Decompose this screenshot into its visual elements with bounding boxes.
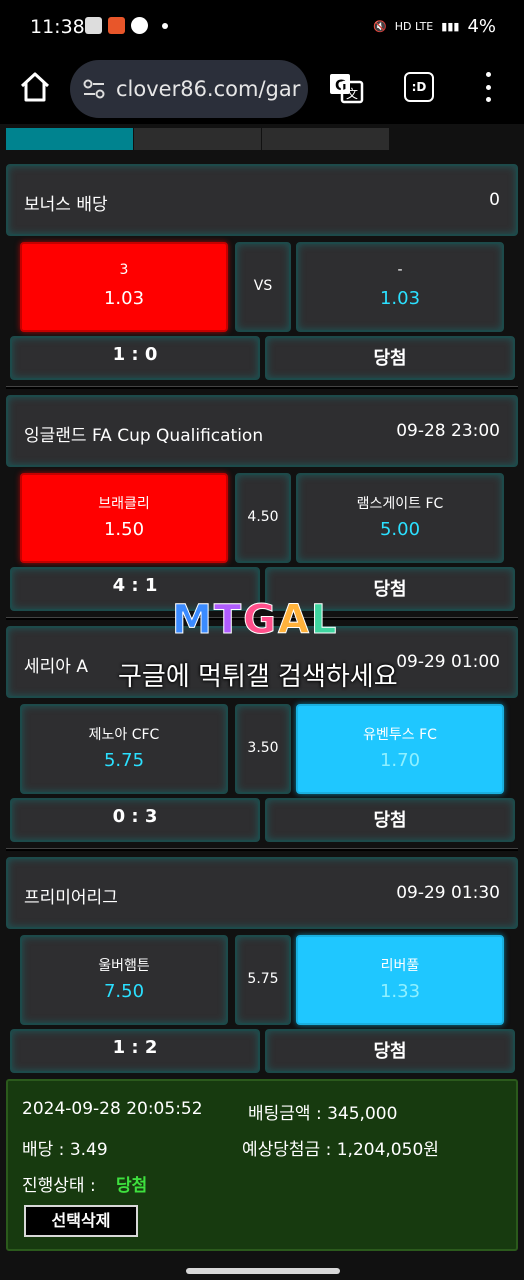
more-menu-icon[interactable] <box>480 72 496 102</box>
match-header: 프리미어리그 09-29 01:30 <box>6 857 518 929</box>
score: 0 : 3 <box>112 806 158 827</box>
address-bar[interactable]: clover86.com/gar <box>70 60 308 118</box>
home-icon[interactable] <box>18 70 52 104</box>
score-box: 0 : 3 <box>10 798 260 842</box>
home-odd: 7.50 <box>103 981 145 1002</box>
gesture-bar[interactable] <box>186 1268 340 1274</box>
match-time: 09-29 01:30 <box>396 883 500 903</box>
home-odds-box[interactable]: 울버햄튼 7.50 <box>20 935 228 1025</box>
draw-odds-box[interactable]: VS <box>235 242 291 332</box>
league-name: 보너스 배당 <box>24 195 108 215</box>
result-box: 당첨 <box>265 798 515 842</box>
score-box: 1 : 2 <box>10 1029 260 1073</box>
home-team: 브래클리 <box>98 496 150 512</box>
tab-switcher-button[interactable]: :D <box>404 72 434 102</box>
bet-summary: 2024-09-28 20:05:52 배팅금액 : 345,000 배당 : … <box>6 1079 518 1251</box>
bet-datetime: 2024-09-28 20:05:52 <box>22 1099 203 1119</box>
score: 1 : 2 <box>112 1037 158 1058</box>
away-odds-box[interactable]: 램스게이트 FC 5.00 <box>296 473 504 563</box>
match-time: 09-29 01:00 <box>396 652 500 672</box>
status-time: 11:38 <box>30 16 85 38</box>
mute-icon: 🔇 <box>373 20 387 33</box>
match-card: 프리미어리그 09-29 01:30 울버햄튼 7.50 5.75 리버풀 1.… <box>6 857 518 1081</box>
draw-value: 4.50 <box>247 509 279 525</box>
notification-icons <box>85 17 168 34</box>
draw-odds-box[interactable]: 4.50 <box>235 473 291 563</box>
draw-odds-box[interactable]: 5.75 <box>235 935 291 1025</box>
away-odds-box[interactable]: 유벤투스 FC 1.70 <box>296 704 504 794</box>
league-name: 잉글랜드 FA Cup Qualification <box>24 426 264 446</box>
site-settings-icon[interactable] <box>82 78 106 100</box>
system-icons: 🔇 HD LTE ▮▮▮ 4% <box>373 16 496 37</box>
away-team: 유벤투스 FC <box>363 727 437 743</box>
result: 당첨 <box>373 810 407 831</box>
signal-icon: ▮▮▮ <box>441 20 460 33</box>
page-tab[interactable] <box>6 128 134 150</box>
league-name: 프리미어리그 <box>24 888 118 908</box>
home-odd: 5.75 <box>103 750 145 771</box>
home-team: 제노아 CFC <box>88 727 160 743</box>
result: 당첨 <box>373 1041 407 1062</box>
away-odds-box[interactable]: - 1.03 <box>296 242 504 332</box>
translate-icon[interactable]: G 文 <box>328 70 364 106</box>
result-box: 당첨 <box>265 1029 515 1073</box>
home-odds-box[interactable]: 제노아 CFC 5.75 <box>20 704 228 794</box>
delete-selected-button[interactable]: 선택삭제 <box>24 1205 138 1237</box>
page-content: 보너스 배당 0 3 1.03 VS - 1.03 1 : 0 당첨 잉글랜드 … <box>0 124 524 1280</box>
away-team: 램스게이트 FC <box>356 496 444 512</box>
watermark-logo: MTGAL <box>172 597 339 644</box>
draw-odds-box[interactable]: 3.50 <box>235 704 291 794</box>
status-bar: 11:38 🔇 HD LTE ▮▮▮ 4% <box>0 0 524 56</box>
gallery-icon <box>85 17 102 34</box>
network-label: HD LTE <box>394 20 434 33</box>
home-odd: 1.50 <box>103 519 145 540</box>
draw-value: VS <box>253 278 273 294</box>
total-odds: 배당 : 3.49 <box>22 1140 108 1160</box>
draw-value: 5.75 <box>247 971 279 987</box>
url-text: clover86.com/gar <box>116 77 301 101</box>
status-value: 당첨 <box>116 1176 148 1196</box>
home-team: 3 <box>119 262 129 278</box>
expected-win: 예상당첨금 : 1,204,050원 <box>242 1140 439 1160</box>
match-time: 0 <box>489 190 500 210</box>
draw-value: 3.50 <box>247 740 279 756</box>
score-box: 1 : 0 <box>10 336 260 380</box>
browser-toolbar: clover86.com/gar G 文 :D <box>0 56 524 124</box>
home-odd: 1.03 <box>103 288 145 309</box>
battery-percent: 4% <box>467 16 496 37</box>
result: 당첨 <box>373 348 407 369</box>
chat-icon <box>131 17 148 34</box>
home-odds-box[interactable]: 3 1.03 <box>20 242 228 332</box>
away-team: - <box>397 262 403 278</box>
match-time: 09-28 23:00 <box>396 421 500 441</box>
away-odds-box[interactable]: 리버풀 1.33 <box>296 935 504 1025</box>
match-header: 잉글랜드 FA Cup Qualification 09-28 23:00 <box>6 395 518 467</box>
watermark-text: 구글에 먹튀갤 검색하세요 <box>118 662 398 692</box>
score: 1 : 0 <box>112 344 158 365</box>
divider <box>6 848 518 851</box>
match-card: 잉글랜드 FA Cup Qualification 09-28 23:00 브래… <box>6 395 518 619</box>
score: 4 : 1 <box>112 575 158 596</box>
league-name: 세리아 A <box>24 657 88 677</box>
bet-amount: 배팅금액 : 345,000 <box>248 1104 398 1124</box>
app-notification-icon <box>108 17 125 34</box>
page-tab-strip <box>6 128 390 150</box>
more-notifications-icon <box>162 22 168 29</box>
away-odd: 1.33 <box>379 981 421 1002</box>
match-card: 보너스 배당 0 3 1.03 VS - 1.03 1 : 0 당첨 <box>6 164 518 388</box>
home-team: 울버햄튼 <box>98 958 150 974</box>
divider <box>6 386 518 389</box>
away-odd: 1.03 <box>379 288 421 309</box>
away-odd: 1.70 <box>379 750 421 771</box>
home-odds-box[interactable]: 브래클리 1.50 <box>20 473 228 563</box>
status-label: 진행상태 : <box>22 1176 96 1196</box>
result-box: 당첨 <box>265 336 515 380</box>
away-odd: 5.00 <box>379 519 421 540</box>
page-tab[interactable] <box>134 128 262 150</box>
page-tab[interactable] <box>262 128 390 150</box>
match-header: 보너스 배당 0 <box>6 164 518 236</box>
svg-text:文: 文 <box>346 86 358 101</box>
away-team: 리버풀 <box>380 958 420 974</box>
